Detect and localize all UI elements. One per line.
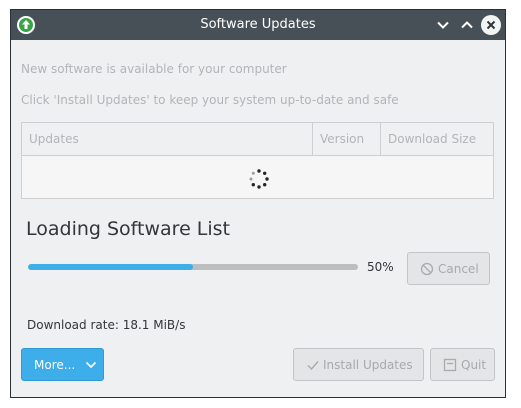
- quit-icon: [443, 358, 457, 372]
- maximize-button[interactable]: [456, 14, 478, 36]
- updates-table[interactable]: Updates Version Download Size: [21, 122, 494, 199]
- checkmark-icon: [307, 361, 319, 371]
- more-button[interactable]: More...: [21, 348, 104, 381]
- loading-progress-bar: [28, 264, 358, 270]
- quit-button[interactable]: Quit: [430, 348, 495, 381]
- column-header-download-size[interactable]: Download Size: [388, 132, 476, 146]
- spinner-icon: [249, 169, 269, 189]
- chevron-down-icon: [85, 361, 97, 369]
- quit-button-label: Quit: [461, 358, 487, 372]
- column-divider: [380, 123, 381, 156]
- cancel-button-label: Cancel: [438, 262, 479, 276]
- headline-text: New software is available for your compu…: [21, 62, 287, 76]
- loading-status-title: Loading Software List: [26, 218, 231, 240]
- column-header-updates[interactable]: Updates: [29, 132, 79, 146]
- title-bar[interactable]: Software Updates: [11, 10, 505, 40]
- install-updates-label: Install Updates: [323, 358, 413, 372]
- minimize-button[interactable]: [432, 14, 454, 36]
- table-header: Updates Version Download Size: [22, 123, 493, 156]
- software-updates-window: Software Updates New software is availab…: [10, 9, 506, 398]
- cancel-button[interactable]: Cancel: [407, 252, 490, 285]
- window-title: Software Updates: [200, 17, 316, 32]
- more-button-label: More...: [34, 358, 76, 372]
- download-rate-text: Download rate: 18.1 MiB/s: [27, 318, 186, 332]
- chevron-up-icon: [461, 21, 473, 29]
- column-header-version[interactable]: Version: [320, 132, 364, 146]
- progress-percent: 50%: [367, 260, 394, 274]
- instruction-text: Click 'Install Updates' to keep your sys…: [21, 93, 399, 107]
- progress-fill: [28, 264, 193, 270]
- cancel-icon: [420, 262, 434, 276]
- close-icon: [486, 20, 496, 30]
- install-updates-button[interactable]: Install Updates: [293, 348, 424, 381]
- close-button[interactable]: [480, 14, 502, 36]
- column-divider: [312, 123, 313, 156]
- chevron-down-icon: [437, 21, 449, 29]
